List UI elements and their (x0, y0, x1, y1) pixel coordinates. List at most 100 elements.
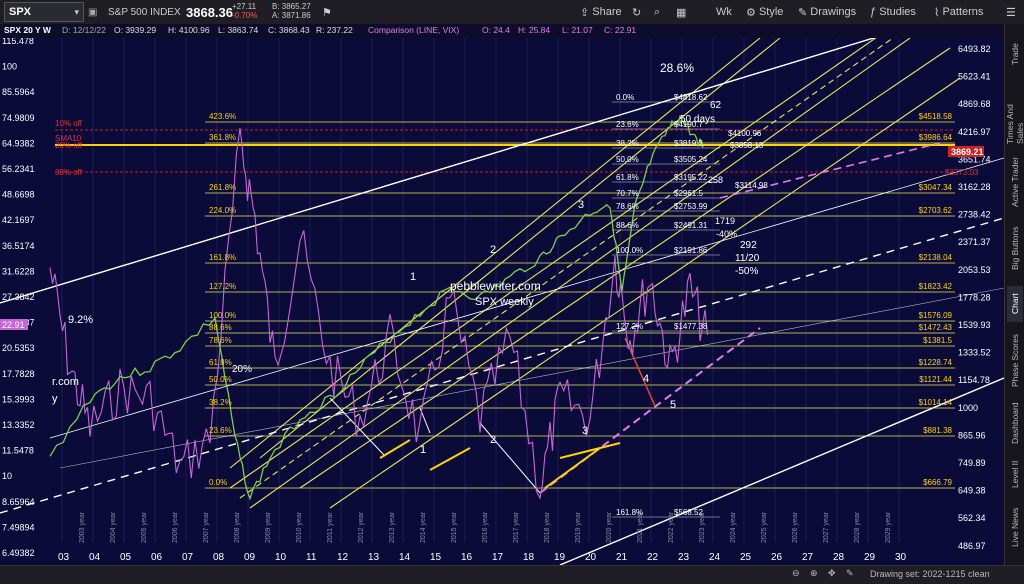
top-toolbar: SPX ▾ ▣ S&P 500 INDEX 3868.36 +27.11 -0.… (0, 0, 1024, 25)
watermark-site: pebblewriter.com (450, 279, 541, 293)
vix-wave-3-label: 3 (582, 425, 588, 437)
price-chart[interactable]: 115.478 100 85.5964 74.9809 64.9382 56.2341 48… (0, 38, 1004, 565)
year-label: 2027 year (823, 511, 830, 543)
wave-4-label: 4 (643, 373, 649, 385)
fib-left-label: 61.8% (209, 358, 232, 367)
share-button[interactable]: ⇪ Share (580, 2, 622, 22)
x-axis-label: 23 (678, 552, 690, 563)
year-label: 2006 year (172, 511, 179, 543)
drawing-set-label[interactable]: Drawing set: 2022-1215 clean (870, 569, 990, 579)
right-axis-label: 749.89 (958, 458, 986, 468)
year-label: 2028 year (854, 511, 861, 543)
price-alert-icon[interactable]: ⚑ (322, 2, 332, 22)
side-tab-trade[interactable]: Trade (1007, 32, 1023, 76)
symbol-menu-icon[interactable]: ▣ (88, 2, 97, 22)
fib-right-label: $3047.34 (919, 183, 953, 192)
menu-icon[interactable]: ☰ (1006, 2, 1016, 22)
year-label: 2004 year (110, 511, 117, 543)
chart-canvas[interactable]: 115.47810085.596474.980964.938256.234148… (0, 38, 1004, 565)
vix-wave-2-label: 2 (490, 434, 496, 446)
left-axis-label: 6.49382 (2, 548, 35, 558)
x-axis-label: 21 (616, 552, 628, 563)
fib-right-label: $2138.04 (919, 253, 953, 262)
neg40-annotation: -40% (716, 229, 737, 239)
style-button[interactable]: ⚙ Style (746, 2, 783, 22)
left-y-fragment: y (52, 393, 58, 405)
zoom-icon[interactable]: ⌕ (654, 2, 660, 22)
x-axis-label: 14 (399, 552, 411, 563)
wave-1-label: 1 (410, 271, 416, 283)
left-axis-label: 31.6228 (2, 266, 35, 276)
upper-fib-value: $3505.24 (674, 155, 708, 164)
year-label: 2020 year (606, 511, 613, 543)
drawing-toggle-icon[interactable]: ✎ (846, 568, 854, 579)
x-axis-label: 27 (802, 552, 814, 563)
right-axis-label: 486.97 (958, 541, 986, 551)
drawings-button[interactable]: ✎ Drawings (798, 2, 856, 22)
side-tab-chart[interactable]: Chart (1007, 286, 1023, 322)
side-tab-phase-scores[interactable]: Phase Scores (1007, 330, 1023, 392)
wave-marker-segment (429, 447, 471, 471)
upper-fib-label: 88.6% (616, 221, 639, 230)
studies-icon: ƒ (870, 6, 877, 18)
side-tab-level-ii[interactable]: Level II (1007, 454, 1023, 494)
symbol-input[interactable]: SPX ▾ (4, 2, 84, 22)
upper-fib-label: 61.8% (616, 173, 639, 182)
days-annotation: 50 days (680, 114, 715, 125)
wave-2-label: 2 (490, 244, 496, 256)
pct20-annotation: 20% (232, 364, 252, 375)
side-tab-dashboard[interactable]: Dashboard (1007, 400, 1023, 446)
zoom-in-icon[interactable]: ⊕ (810, 568, 818, 579)
pan-icon[interactable]: ✥ (828, 568, 836, 579)
fib-left-label: 88.6% (209, 323, 232, 332)
channel-mid-dashed (239, 38, 894, 499)
channel-line (249, 38, 911, 509)
right-axis-label: 649.38 (958, 486, 986, 496)
right-axis-label: 1778.28 (958, 292, 991, 302)
year-label: 2017 year (513, 511, 520, 543)
period-button[interactable]: Wk (716, 2, 732, 22)
bottom-bar: ⊖ ⊕ ✥ ✎ Drawing set: 2022-1215 clean (0, 565, 1024, 584)
side-tab-live-news[interactable]: Live News (1007, 502, 1023, 552)
year-label: 2008 year (234, 511, 241, 543)
patterns-button[interactable]: ⌇ Patterns (934, 2, 983, 22)
upper-fib-label: 50.0% (616, 155, 639, 164)
x-axis-label: 11 (306, 552, 317, 563)
upper-fib-label: 100.0% (616, 246, 643, 255)
left-axis-label: 10 (2, 471, 12, 481)
left-axis-label: 27.3842 (2, 292, 35, 302)
right-axis-label: 3162.28 (958, 182, 991, 192)
upper-fib-value: $2191.86 (674, 246, 708, 255)
symbol-dropdown-icon[interactable]: ▾ (74, 7, 79, 18)
zoom-out-icon[interactable]: ⊖ (792, 568, 800, 579)
left-axis-label: 48.6698 (2, 190, 35, 200)
side-tab-active-trader[interactable]: Active Trader (1007, 152, 1023, 212)
upper-fib-label: 161.8% (616, 508, 643, 517)
upper-fib-value: $2491.31 (674, 221, 708, 230)
left-axis-label: 36.5174 (2, 241, 35, 251)
info-close: C: 3868.43 (268, 25, 310, 35)
off30-value: $3373.03 (945, 168, 979, 177)
upper-fib-value: $3819.3 (674, 139, 703, 148)
year-label: 2013 year (389, 511, 396, 543)
fib-left-label: 127.2% (209, 282, 236, 291)
n62-annotation: 62 (710, 100, 722, 111)
date-1120-annotation: 11/20 (735, 253, 760, 264)
fib-left-label: 38.2% (209, 398, 232, 407)
right-axis-label: 2053.53 (958, 265, 991, 275)
grid-icon[interactable]: ▦ (676, 2, 686, 22)
style-icon: ⚙ (746, 6, 756, 19)
right-axis-label: 4869.68 (958, 99, 991, 109)
fib-left-label: 50.0% (209, 375, 232, 384)
wave-marker-segment (379, 439, 411, 459)
year-label: 2026 year (792, 511, 799, 543)
x-axis-label: 24 (709, 552, 721, 563)
side-tab-big-buttons[interactable]: Big Buttons (1007, 220, 1023, 276)
x-axis-label: 30 (895, 552, 907, 563)
studies-button[interactable]: ƒ Studies (870, 2, 916, 22)
refresh-icon[interactable]: ↻ (632, 2, 641, 22)
comp-close: C: 22.91 (604, 25, 637, 35)
left-axis-label: 7.49894 (2, 522, 35, 532)
x-axis-label: 25 (740, 552, 752, 563)
side-tab-times-and-sales[interactable]: Times And Sales (1005, 84, 1024, 144)
